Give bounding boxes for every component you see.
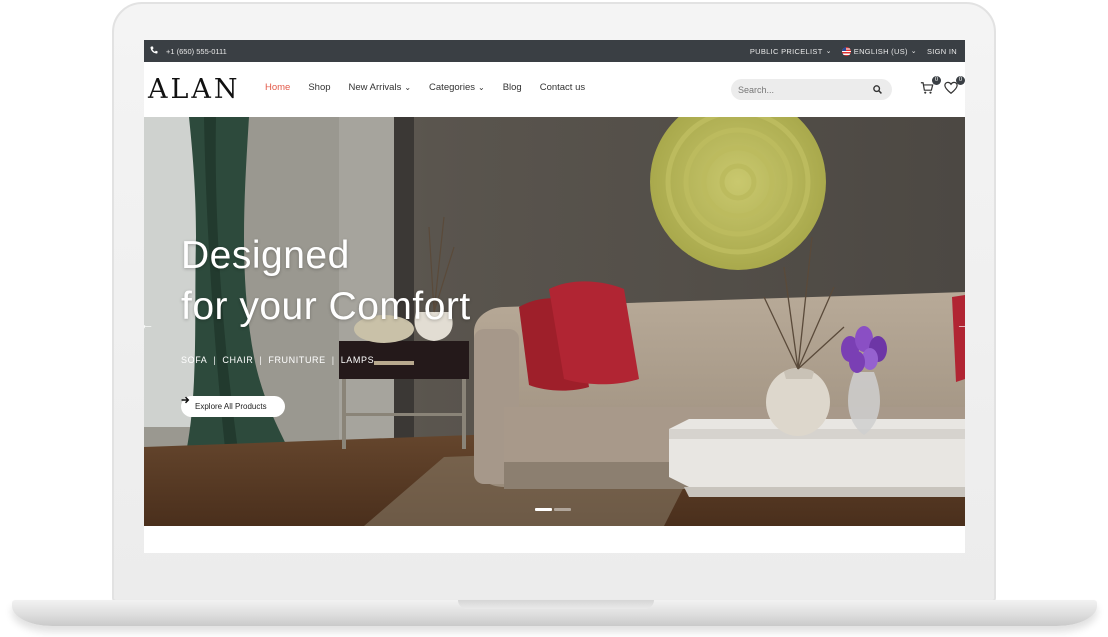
us-flag-icon bbox=[841, 46, 851, 56]
hero-categories: SOFA | CHAIR | FRUNITURE | LAMPS bbox=[181, 355, 374, 365]
search-input[interactable] bbox=[738, 84, 873, 95]
site-header: ALAN Home Shop New Arrivals ⌄ Categories ⌄… bbox=[144, 62, 965, 117]
pricelist-label: PUBLIC PRICELIST bbox=[749, 46, 823, 56]
hero-category[interactable]: SOFA bbox=[181, 355, 207, 365]
hero-title-line2: for your Comfort bbox=[181, 285, 471, 328]
phone-icon bbox=[150, 46, 158, 56]
laptop-screen: +1 (650) 555-0111 PUBLIC PRICELIST ⌄ ENG… bbox=[144, 40, 965, 553]
top-bar: +1 (650) 555-0111 PUBLIC PRICELIST ⌄ ENG… bbox=[144, 40, 965, 62]
nav-categories[interactable]: Categories ⌄ bbox=[429, 82, 485, 93]
pricelist-dropdown[interactable]: PUBLIC PRICELIST ⌄ bbox=[750, 47, 832, 56]
nav-categories-label: Categories bbox=[429, 82, 475, 93]
cart-icon bbox=[920, 82, 934, 99]
carousel-dot[interactable] bbox=[535, 508, 552, 511]
nav-shop-label: Shop bbox=[308, 82, 331, 93]
phone-number[interactable]: +1 (650) 555-0111 bbox=[166, 47, 227, 56]
hero-title-line1: Designed bbox=[181, 234, 350, 277]
nav-contact[interactable]: Contact us bbox=[540, 82, 585, 93]
sign-in-link[interactable]: SIGN IN bbox=[927, 47, 957, 56]
laptop-notch bbox=[458, 600, 654, 609]
nav-new-arrivals[interactable]: New Arrivals ⌄ bbox=[349, 82, 412, 93]
divider: | bbox=[213, 355, 217, 365]
explore-products-button[interactable]: Explore All Products bbox=[181, 396, 285, 417]
nav-home[interactable]: Home bbox=[265, 82, 290, 93]
cart-count-badge: 0 bbox=[932, 76, 941, 85]
divider: | bbox=[259, 355, 263, 365]
search-box bbox=[731, 79, 892, 100]
wishlist-count-badge: 0 bbox=[956, 76, 965, 85]
cart-button[interactable]: 0 bbox=[920, 76, 941, 99]
language-dropdown[interactable]: ENGLISH (US) ⌄ bbox=[841, 46, 917, 56]
carousel-indicators bbox=[535, 508, 571, 511]
hero-banner: Designed for your Comfort SOFA | CHAIR |… bbox=[144, 117, 965, 526]
language-label: ENGLISH (US) bbox=[853, 46, 908, 56]
content-area bbox=[144, 526, 965, 553]
nav-home-label: Home bbox=[265, 82, 291, 93]
main-nav: Home Shop New Arrivals ⌄ Categories ⌄ Blog… bbox=[265, 82, 585, 93]
hero-category[interactable]: FRUNITURE bbox=[268, 355, 325, 365]
nav-shop[interactable]: Shop bbox=[308, 82, 330, 93]
heart-icon bbox=[944, 81, 958, 99]
explore-products-label: Explore All Products bbox=[195, 402, 267, 411]
wishlist-button[interactable]: 0 bbox=[944, 76, 965, 99]
nav-new-arrivals-label: New Arrivals bbox=[348, 82, 402, 93]
site-logo[interactable]: ALAN bbox=[148, 74, 241, 105]
chevron-down-icon: ⌄ bbox=[910, 48, 917, 55]
chevron-down-icon: ⌄ bbox=[477, 83, 485, 92]
hero-category[interactable]: LAMPS bbox=[341, 355, 375, 365]
chevron-down-icon: ⌄ bbox=[825, 48, 832, 55]
hero-category[interactable]: CHAIR bbox=[222, 355, 253, 365]
divider: | bbox=[331, 355, 335, 365]
hero-title: Designed for your Comfort bbox=[181, 230, 471, 332]
nav-contact-label: Contact us bbox=[539, 82, 586, 93]
carousel-dot[interactable] bbox=[554, 508, 571, 511]
nav-blog-label: Blog bbox=[502, 82, 522, 93]
carousel-next-arrow-icon[interactable]: → bbox=[956, 316, 965, 332]
nav-blog[interactable]: Blog bbox=[503, 82, 522, 93]
chevron-down-icon: ⌄ bbox=[404, 83, 412, 92]
carousel-prev-arrow-icon[interactable]: ← bbox=[144, 316, 154, 332]
search-icon[interactable] bbox=[873, 81, 882, 99]
